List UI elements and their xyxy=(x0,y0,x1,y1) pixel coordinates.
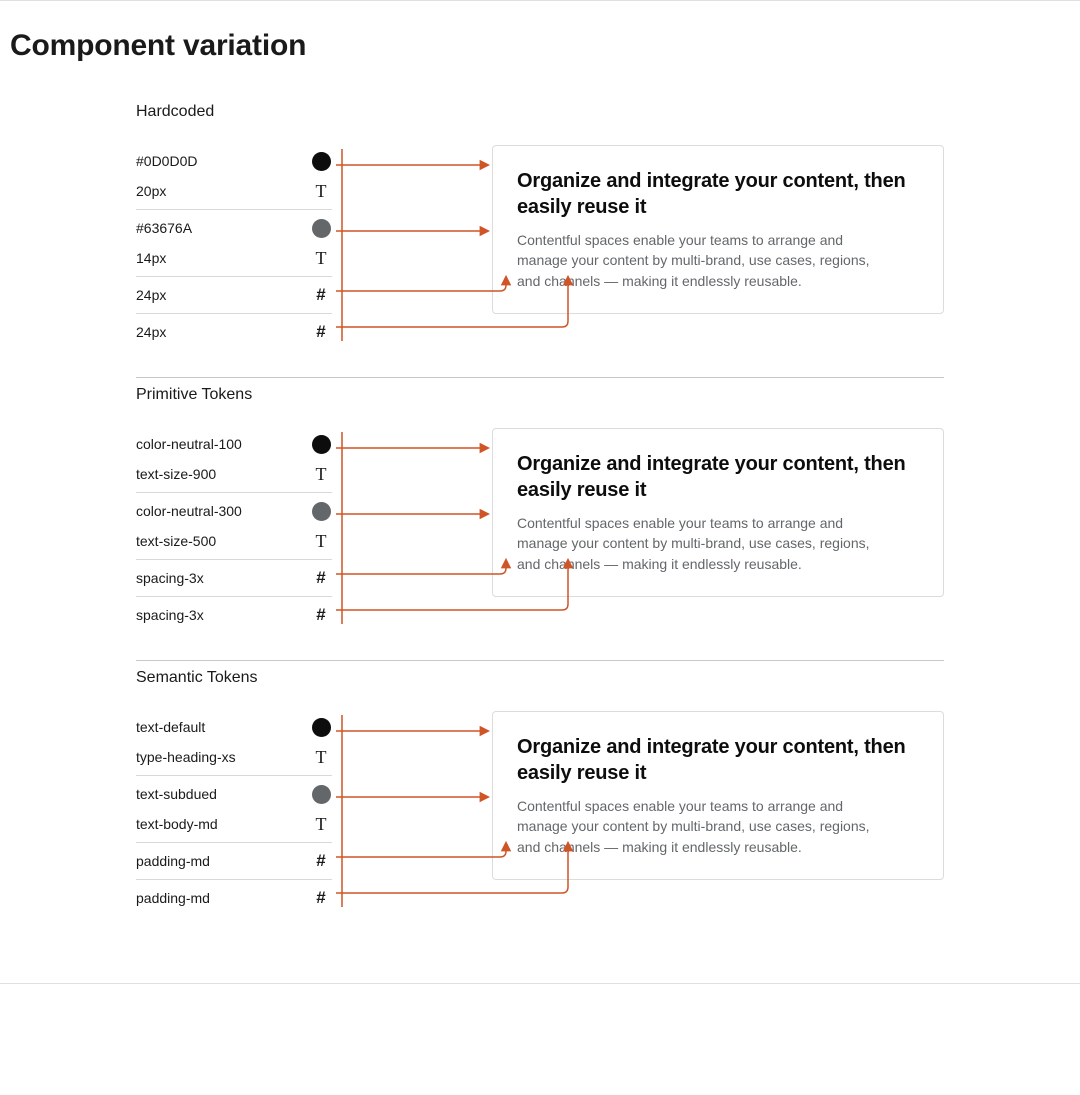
token-list: color-neutral-100 text-size-900 Tcolor-neu… xyxy=(136,426,332,633)
spacing-icon: # xyxy=(316,285,325,305)
connector-area xyxy=(332,143,492,353)
card-wrap: Organize and integrate your content, the… xyxy=(492,143,944,314)
token-line: #0D0D0D xyxy=(136,146,332,176)
spacing-icon: # xyxy=(316,851,325,871)
connector-arrows xyxy=(332,709,492,919)
token-label: spacing-3x xyxy=(136,570,204,586)
type-size-icon: T xyxy=(316,249,327,267)
token-list: #0D0D0D 20px T #63676A 14px T 24px #24px # xyxy=(136,143,332,350)
card-wrap: Organize and integrate your content, the… xyxy=(492,426,944,597)
card-body-text: Contentful spaces enable your teams to a… xyxy=(517,230,877,291)
token-label: text-size-900 xyxy=(136,466,216,482)
card-heading: Organize and integrate your content, the… xyxy=(517,168,919,220)
token-group: color-neutral-100 text-size-900 T xyxy=(136,426,332,493)
spacing-icon: # xyxy=(316,322,325,342)
token-label: padding-md xyxy=(136,890,210,906)
section-hardcoded: Hardcoded #0D0D0D 20px T #63676A 14px T 24px #24… xyxy=(136,95,944,377)
color-swatch-gray-icon xyxy=(312,785,331,804)
token-label: text-body-md xyxy=(136,816,218,832)
token-line: #63676A xyxy=(136,213,332,243)
token-group: text-subdued text-body-md T xyxy=(136,776,332,843)
token-line: 14px T xyxy=(136,243,332,273)
type-size-icon: T xyxy=(316,815,327,833)
token-group: 24px # xyxy=(136,314,332,350)
token-group: spacing-3x # xyxy=(136,597,332,633)
token-line: text-subdued xyxy=(136,779,332,809)
type-size-icon: T xyxy=(316,748,327,766)
token-line: spacing-3x # xyxy=(136,600,332,630)
type-size-icon: T xyxy=(316,182,327,200)
spacing-icon: # xyxy=(316,568,325,588)
color-swatch-black-icon xyxy=(312,152,331,171)
example-card: Organize and integrate your content, the… xyxy=(492,711,944,880)
section-row: #0D0D0D 20px T #63676A 14px T 24px #24px # Organi… xyxy=(136,143,944,353)
token-label: text-size-500 xyxy=(136,533,216,549)
section-title: Primitive Tokens xyxy=(136,386,944,404)
token-label: 24px xyxy=(136,324,166,340)
token-line: 24px # xyxy=(136,317,332,347)
type-size-icon: T xyxy=(316,465,327,483)
spacing-icon: # xyxy=(316,605,325,625)
token-label: color-neutral-100 xyxy=(136,436,242,452)
example-card: Organize and integrate your content, the… xyxy=(492,428,944,597)
token-label: padding-md xyxy=(136,853,210,869)
token-line: 24px # xyxy=(136,280,332,310)
token-line: color-neutral-300 xyxy=(136,496,332,526)
section-title: Semantic Tokens xyxy=(136,669,944,687)
token-line: type-heading-xs T xyxy=(136,742,332,772)
token-label: 20px xyxy=(136,183,166,199)
token-line: text-body-md T xyxy=(136,809,332,839)
token-group: padding-md # xyxy=(136,880,332,916)
token-list: text-default type-heading-xs Ttext-subdued… xyxy=(136,709,332,916)
card-heading: Organize and integrate your content, the… xyxy=(517,734,919,786)
token-label: color-neutral-300 xyxy=(136,503,242,519)
connector-arrows xyxy=(332,426,492,636)
section-primitive-tokens: Primitive Tokens color-neutral-100 text-si… xyxy=(136,377,944,660)
type-size-icon: T xyxy=(316,532,327,550)
token-group: 24px # xyxy=(136,277,332,314)
section-title: Hardcoded xyxy=(136,103,944,121)
connector-area xyxy=(332,426,492,636)
token-label: #63676A xyxy=(136,220,192,236)
color-swatch-gray-icon xyxy=(312,219,331,238)
color-swatch-gray-icon xyxy=(312,502,331,521)
token-line: color-neutral-100 xyxy=(136,429,332,459)
token-line: spacing-3x # xyxy=(136,563,332,593)
token-group: #0D0D0D 20px T xyxy=(136,143,332,210)
card-wrap: Organize and integrate your content, the… xyxy=(492,709,944,880)
token-line: text-default xyxy=(136,712,332,742)
connector-area xyxy=(332,709,492,919)
card-body-text: Contentful spaces enable your teams to a… xyxy=(517,796,877,857)
example-card: Organize and integrate your content, the… xyxy=(492,145,944,314)
token-line: text-size-900 T xyxy=(136,459,332,489)
content-region: Hardcoded #0D0D0D 20px T #63676A 14px T 24px #24… xyxy=(0,95,1080,943)
token-line: 20px T xyxy=(136,176,332,206)
token-line: padding-md # xyxy=(136,883,332,913)
section-row: text-default type-heading-xs Ttext-subdued… xyxy=(136,709,944,919)
token-label: text-subdued xyxy=(136,786,217,802)
card-heading: Organize and integrate your content, the… xyxy=(517,451,919,503)
token-label: 14px xyxy=(136,250,166,266)
token-label: text-default xyxy=(136,719,205,735)
token-label: type-heading-xs xyxy=(136,749,236,765)
color-swatch-black-icon xyxy=(312,718,331,737)
section-row: color-neutral-100 text-size-900 Tcolor-neu… xyxy=(136,426,944,636)
spacing-icon: # xyxy=(316,888,325,908)
color-swatch-black-icon xyxy=(312,435,331,454)
token-group: spacing-3x # xyxy=(136,560,332,597)
token-label: 24px xyxy=(136,287,166,303)
card-body-text: Contentful spaces enable your teams to a… xyxy=(517,513,877,574)
page-title: Component variation xyxy=(0,29,1080,63)
token-group: padding-md # xyxy=(136,843,332,880)
token-group: text-default type-heading-xs T xyxy=(136,709,332,776)
token-group: color-neutral-300 text-size-500 T xyxy=(136,493,332,560)
token-line: text-size-500 T xyxy=(136,526,332,556)
token-group: #63676A 14px T xyxy=(136,210,332,277)
section-semantic-tokens: Semantic Tokens text-default type-heading-… xyxy=(136,660,944,943)
token-line: padding-md # xyxy=(136,846,332,876)
token-label: spacing-3x xyxy=(136,607,204,623)
diagram-frame: Component variation Hardcoded #0D0D0D 20px… xyxy=(0,0,1080,984)
token-label: #0D0D0D xyxy=(136,153,197,169)
connector-arrows xyxy=(332,143,492,353)
